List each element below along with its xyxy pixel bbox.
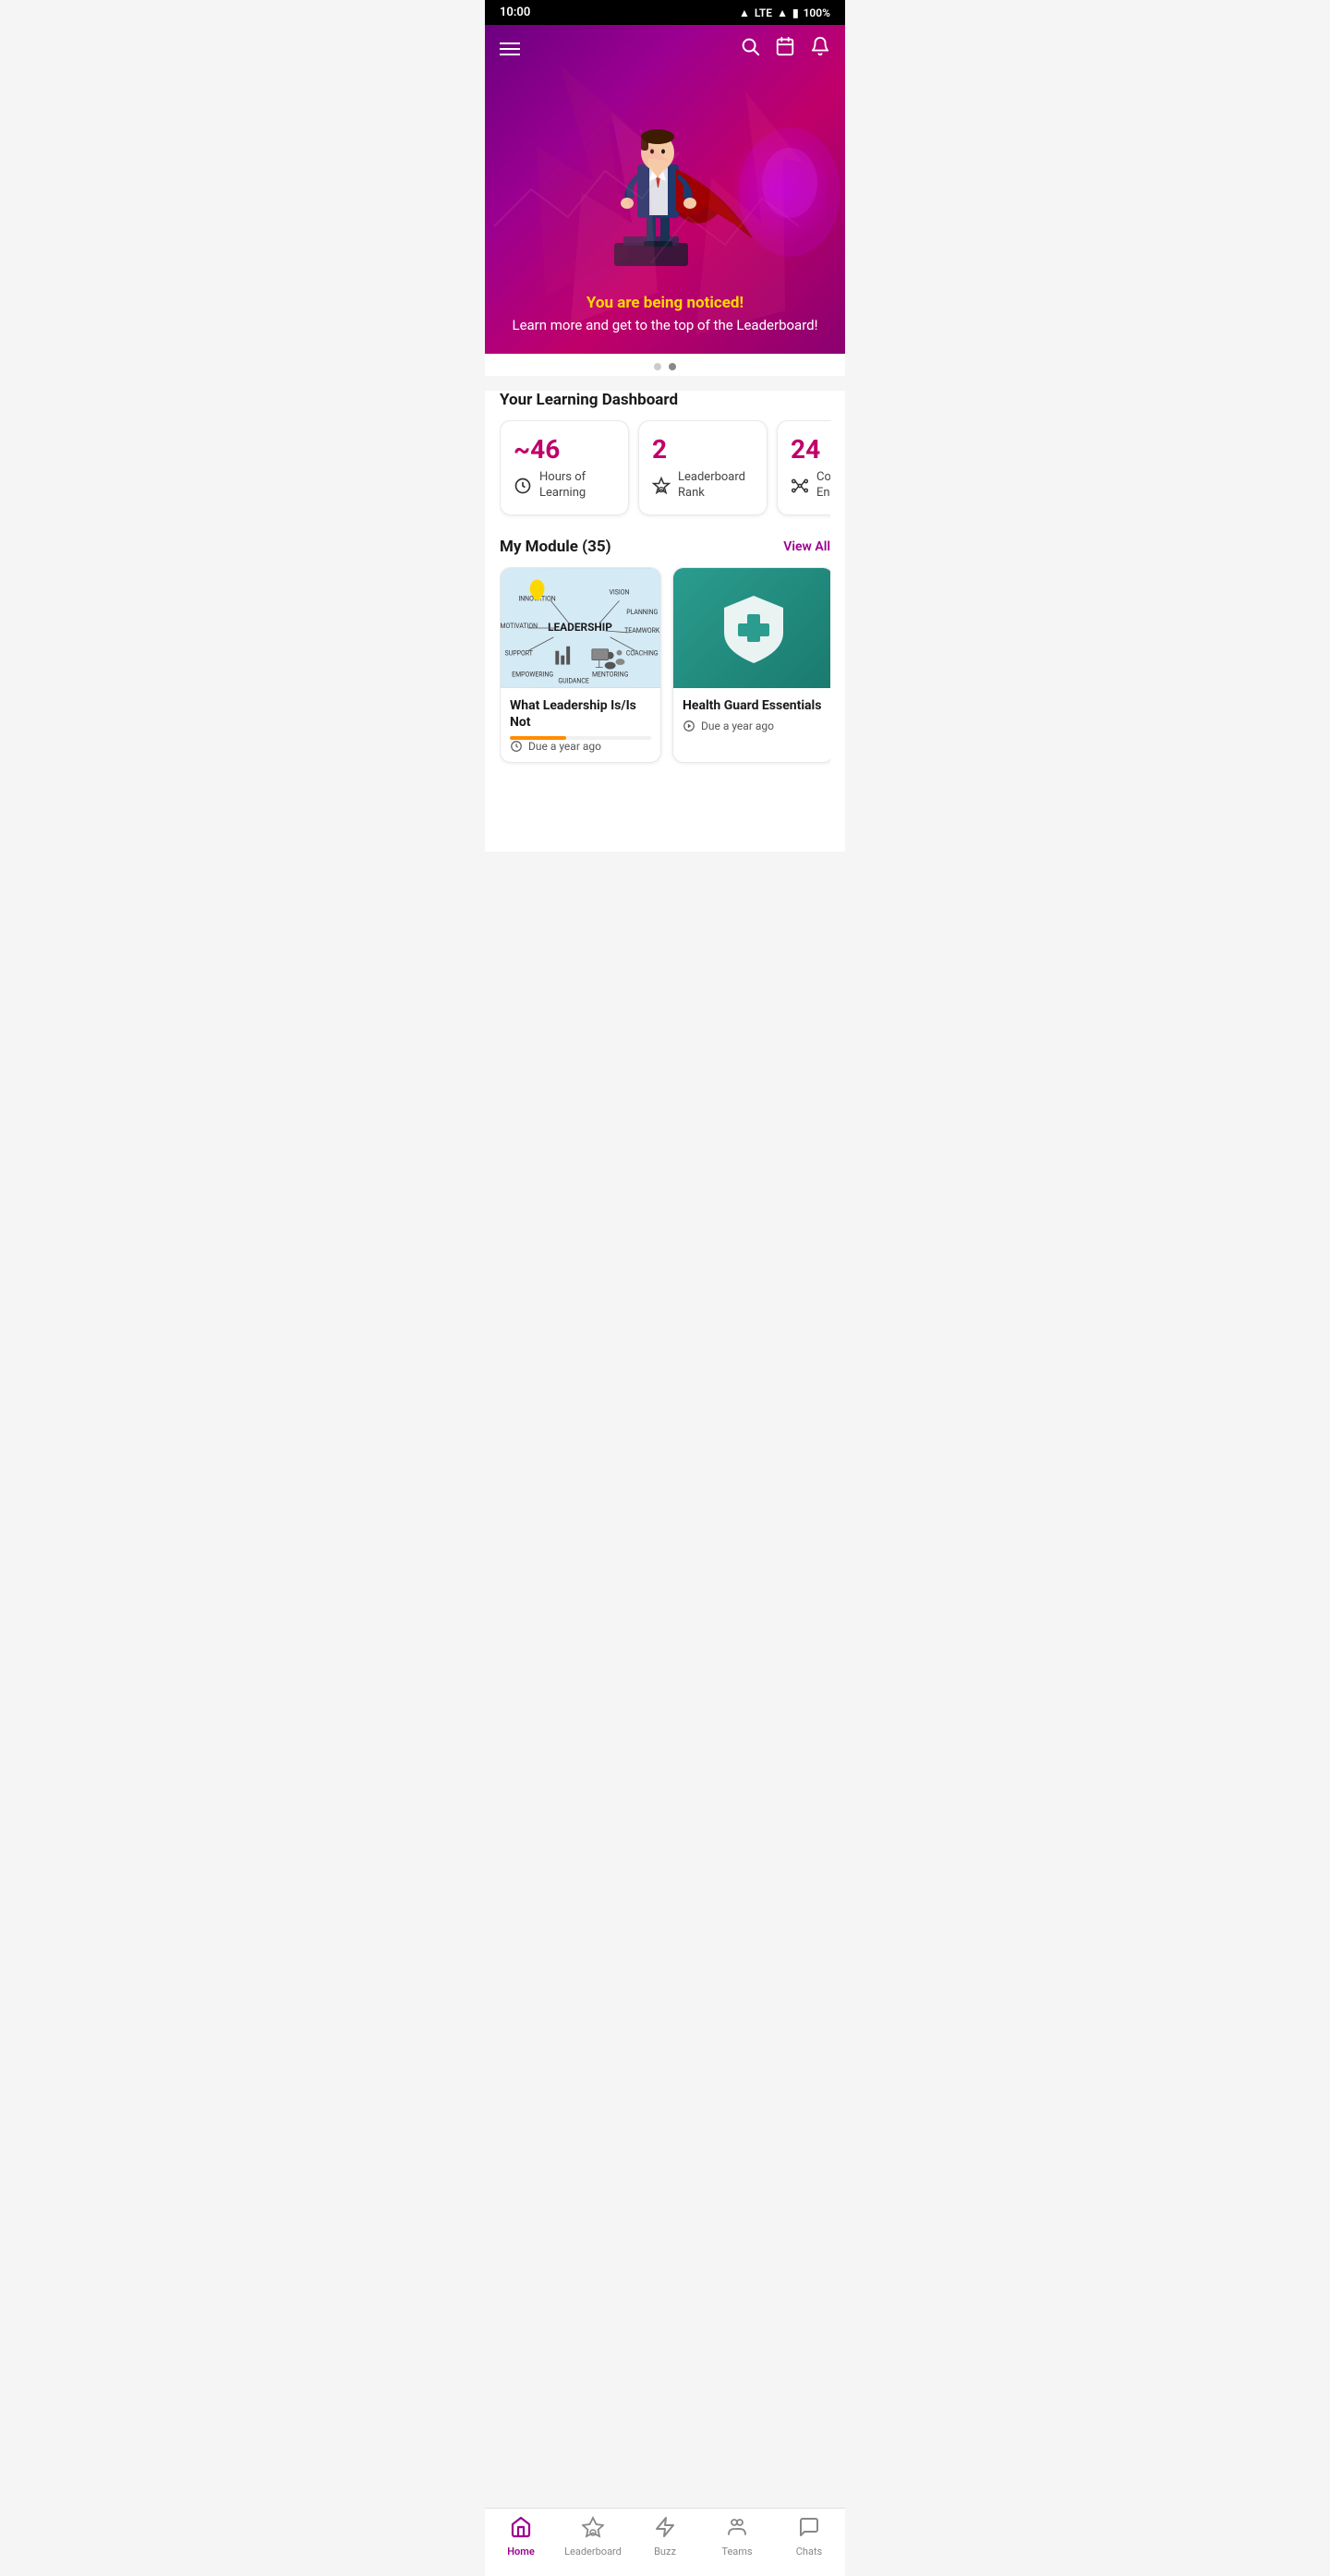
time-display: 10:00 <box>500 6 530 19</box>
hero-nav <box>485 25 845 72</box>
hours-of-learning-card: ~46 Hours ofLearning <box>500 420 629 515</box>
hamburger-menu-button[interactable] <box>500 42 520 55</box>
module-card-health[interactable]: Health Guard Essentials Due a year ago <box>672 567 830 763</box>
leaderboard-label: Leaderboard <box>564 2546 622 2558</box>
wifi-icon: ▲ <box>739 6 750 19</box>
courses-number: 24 <box>791 434 830 465</box>
home-label: Home <box>507 2546 535 2558</box>
calendar-button[interactable] <box>775 36 795 61</box>
health-shield-icon <box>717 591 791 665</box>
module-section-header: My Module (35) View All <box>500 538 830 556</box>
buzz-icon <box>654 2516 676 2544</box>
view-all-button[interactable]: View All <box>783 539 830 554</box>
svg-text:COACHING: COACHING <box>626 649 659 657</box>
hero-section: You are being noticed! Learn more and ge… <box>485 25 845 354</box>
dot-1[interactable] <box>654 363 661 370</box>
svg-text:LEADERSHIP: LEADERSHIP <box>548 621 612 634</box>
signal-label: LTE <box>755 6 772 19</box>
svg-text:GUIDANCE: GUIDANCE <box>558 677 588 684</box>
hours-card-bottom: Hours ofLearning <box>514 470 615 502</box>
courses-enrolled-card: 24 CoursesEnrolled <box>777 420 830 515</box>
leadership-card-title: What Leadership Is/Is Not <box>510 697 651 731</box>
svg-text:MENTORING: MENTORING <box>592 671 629 678</box>
courses-card-bottom: CoursesEnrolled <box>791 470 830 502</box>
hero-subtext: Learn more and get to the top of the Lea… <box>503 316 827 335</box>
hours-label: Hours ofLearning <box>539 470 586 502</box>
hero-text-area: You are being noticed! Learn more and ge… <box>485 284 845 354</box>
health-due-date: Due a year ago <box>683 720 824 742</box>
status-icons: ▲ LTE ▲ ▮ 100% <box>739 6 830 19</box>
health-due-label: Due a year ago <box>701 720 774 732</box>
network-icon <box>791 477 809 495</box>
teams-label: Teams <box>721 2546 752 2558</box>
leaderboard-rank-card: 2 LeaderboardRank <box>638 420 768 515</box>
module-section-title: My Module (35) <box>500 538 611 556</box>
leadership-card-body: What Leadership Is/Is Not Due a year ago <box>501 688 660 762</box>
hero-headline: You are being noticed! <box>503 294 827 312</box>
svg-text:SUPPORT: SUPPORT <box>505 649 533 657</box>
chats-label: Chats <box>796 2546 822 2558</box>
leaderboard-icon <box>582 2516 604 2544</box>
play-due-icon <box>683 720 695 732</box>
svg-text:EMPOWERING: EMPOWERING <box>512 671 553 678</box>
svg-text:MOTIVATION: MOTIVATION <box>501 623 538 630</box>
nav-item-buzz[interactable]: Buzz <box>629 2516 701 2558</box>
nav-item-teams[interactable]: Teams <box>701 2516 773 2558</box>
module-card-leadership[interactable]: LEADERSHIP INNOVATION VISION PLANNING MO… <box>500 567 661 763</box>
chats-icon <box>798 2516 820 2544</box>
dashboard-title: Your Learning Dashboard <box>500 391 830 409</box>
hero-glow-decoration <box>734 125 827 254</box>
health-card-body: Health Guard Essentials Due a year ago <box>673 688 830 742</box>
medal-icon <box>652 477 671 495</box>
home-icon <box>510 2516 532 2544</box>
health-card-title: Health Guard Essentials <box>683 697 824 714</box>
leadership-due-date: Due a year ago <box>510 740 651 762</box>
dot-2[interactable] <box>669 363 676 370</box>
courses-label: CoursesEnrolled <box>816 470 830 502</box>
search-button[interactable] <box>740 36 760 61</box>
hero-nav-actions <box>740 36 830 61</box>
bottom-navigation: Home Leaderboard Buzz T <box>485 2508 845 2576</box>
hours-number: ~46 <box>514 434 615 465</box>
battery-icon: ▮ <box>792 6 799 19</box>
rank-label: LeaderboardRank <box>678 470 745 502</box>
health-card-image <box>673 568 830 688</box>
clock-due-icon <box>510 740 523 753</box>
nav-item-chats[interactable]: Chats <box>773 2516 845 2558</box>
module-cards-container: LEADERSHIP INNOVATION VISION PLANNING MO… <box>500 567 830 778</box>
notification-button[interactable] <box>810 36 830 61</box>
rank-card-bottom: LeaderboardRank <box>652 470 754 502</box>
dashboard-cards-container: ~46 Hours ofLearning 2 <box>500 420 830 519</box>
leadership-due-label: Due a year ago <box>528 740 601 753</box>
svg-text:VISION: VISION <box>610 588 630 596</box>
svg-text:TEAMWORK: TEAMWORK <box>624 627 660 635</box>
leadership-illustration: LEADERSHIP INNOVATION VISION PLANNING MO… <box>501 568 660 688</box>
status-bar: 10:00 ▲ LTE ▲ ▮ 100% <box>485 0 845 25</box>
leadership-card-image: LEADERSHIP INNOVATION VISION PLANNING MO… <box>501 568 660 688</box>
nav-item-leaderboard[interactable]: Leaderboard <box>557 2516 629 2558</box>
battery-level: 100% <box>804 6 830 19</box>
signal-bars-icon: ▲ <box>777 6 788 19</box>
pagination-dots <box>485 354 845 376</box>
svg-text:PLANNING: PLANNING <box>626 609 658 616</box>
teams-icon <box>726 2516 748 2544</box>
rank-number: 2 <box>652 434 754 465</box>
nav-item-home[interactable]: Home <box>485 2516 557 2558</box>
clock-icon <box>514 477 532 495</box>
buzz-label: Buzz <box>654 2546 676 2558</box>
main-content: Your Learning Dashboard ~46 Hours ofLear… <box>485 391 845 852</box>
